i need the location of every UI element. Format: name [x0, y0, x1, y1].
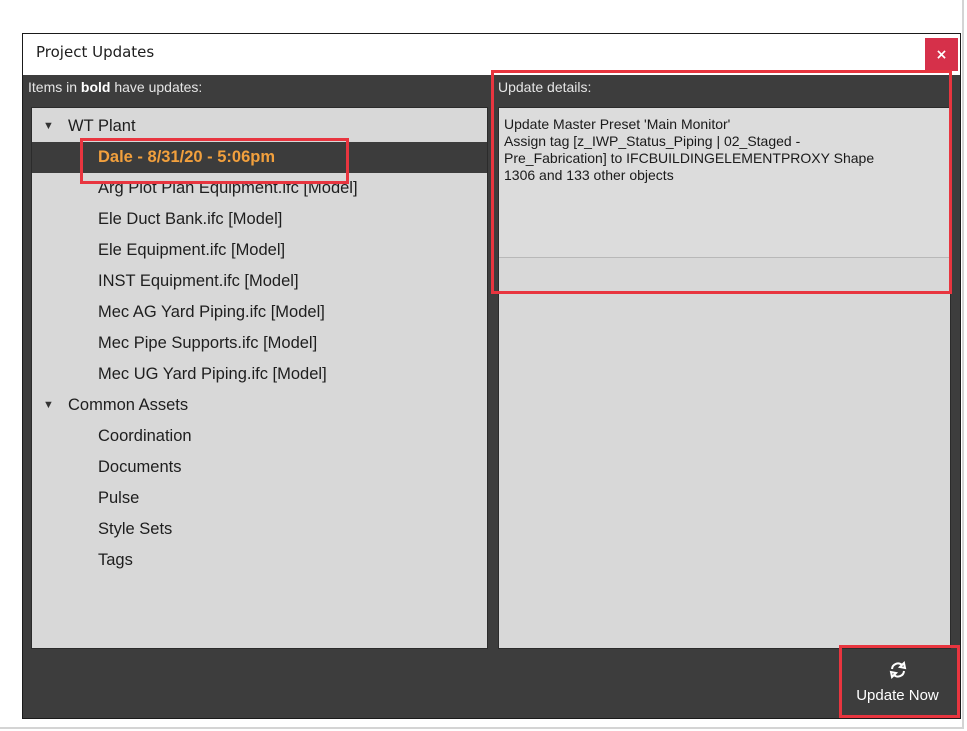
tree-item-label: Mec AG Yard Piping.ifc [Model] [98, 303, 325, 321]
tree-item-label: Ele Equipment.ifc [Model] [98, 241, 286, 259]
tree-item-label: Coordination [98, 427, 192, 445]
close-icon: × [935, 46, 948, 63]
project-tree: ▼ WT Plant Dale - 8/31/20 - 5:06pm Arg Plot… [31, 107, 488, 649]
tree-item[interactable]: Style Sets [32, 514, 487, 545]
tree-item[interactable]: Mec Pipe Supports.ifc [Model] [32, 328, 487, 359]
tree-item[interactable]: Coordination [32, 421, 487, 452]
expand-arrow-icon[interactable]: ▼ [43, 390, 54, 421]
tree-item-label: Pulse [98, 489, 140, 507]
tree-item-label: Ele Duct Bank.ifc [Model] [98, 210, 283, 228]
tree-item[interactable]: Ele Equipment.ifc [Model] [32, 235, 487, 266]
update-details-panel: Update Master Preset 'Main Monitor' Assig… [498, 107, 951, 649]
tree-item[interactable]: Ele Duct Bank.ifc [Model] [32, 204, 487, 235]
details-line: Assign tag [z_IWP_Status_Piping | 02_Sta… [504, 133, 801, 149]
tree-item[interactable]: INST Equipment.ifc [Model] [32, 266, 487, 297]
tree-item[interactable]: Mec AG Yard Piping.ifc [Model] [32, 297, 487, 328]
tree-item-label: Style Sets [98, 520, 173, 538]
items-header-prefix: Items in [28, 79, 81, 95]
tree-item[interactable]: Mec UG Yard Piping.ifc [Model] [32, 359, 487, 390]
dialog-titlebar: Project Updates × [23, 34, 960, 75]
items-header-bold: bold [80, 79, 111, 95]
tree-item-label: Documents [98, 458, 182, 476]
tree-item-label: INST Equipment.ifc [Model] [98, 272, 299, 290]
tree-group[interactable]: ▼ Common Assets [32, 390, 487, 421]
tree-item-label: Dale - 8/31/20 - 5:06pm [98, 148, 276, 166]
tree-group[interactable]: ▼ WT Plant [32, 111, 487, 142]
tree-item[interactable]: Tags [32, 545, 487, 576]
tree-item-label: Mec Pipe Supports.ifc [Model] [98, 334, 318, 352]
dialog-title: Project Updates [36, 43, 155, 61]
close-button[interactable]: × [925, 38, 958, 71]
tree-item[interactable]: Pulse [32, 483, 487, 514]
tree-item[interactable]: Documents [32, 452, 487, 483]
tree-item-label: Tags [98, 551, 133, 569]
tree-item[interactable]: Dale - 8/31/20 - 5:06pm [32, 142, 487, 173]
tree-item[interactable]: Arg Plot Plan Equipment.ifc [Model] [32, 173, 487, 204]
expand-arrow-icon[interactable]: ▼ [43, 111, 54, 142]
update-details-text: Update Master Preset 'Main Monitor' Assig… [499, 108, 950, 258]
items-header-suffix: have updates: [110, 79, 203, 95]
details-line: 1306 and 133 other objects [504, 167, 674, 183]
details-line: Pre_Fabrication] to IFCBUILDINGELEMENTPR… [504, 150, 875, 166]
update-details-header: Update details: [498, 79, 592, 95]
details-line: Update Master Preset 'Main Monitor' [504, 116, 731, 132]
tree-item-label: Mec UG Yard Piping.ifc [Model] [98, 365, 327, 383]
update-now-label: Update Now [856, 687, 939, 704]
sync-icon [845, 660, 950, 687]
tree-item-label: Arg Plot Plan Equipment.ifc [Model] [98, 179, 358, 197]
project-updates-dialog: Project Updates × Items in bold have upd… [22, 33, 961, 719]
tree-item-label: WT Plant [68, 117, 136, 135]
tree-item-label: Common Assets [68, 396, 189, 414]
items-header: Items in bold have updates: [28, 79, 202, 95]
update-now-button[interactable]: Update Now [845, 655, 950, 711]
